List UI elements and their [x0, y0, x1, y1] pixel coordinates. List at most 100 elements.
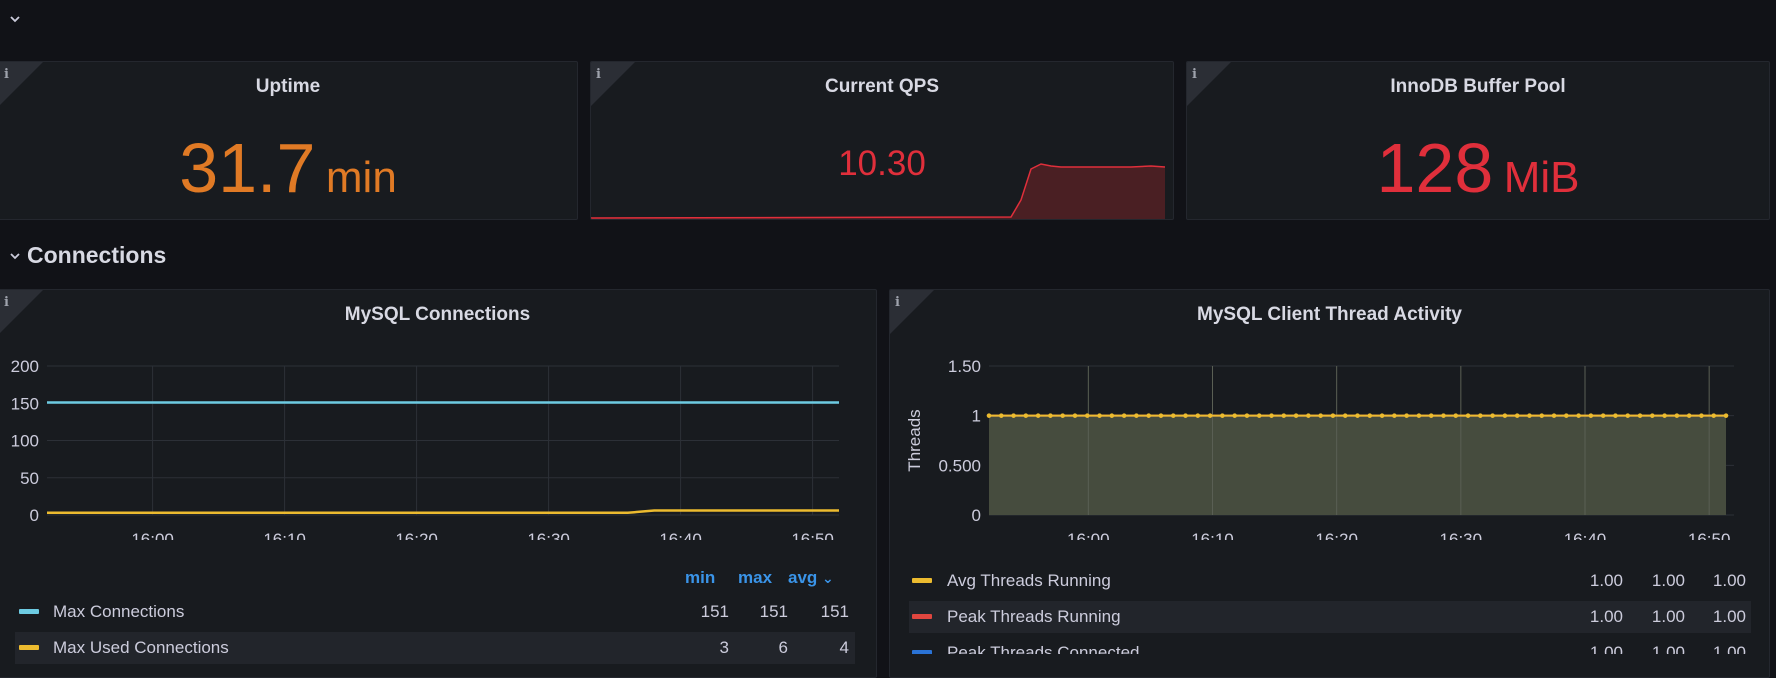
series-point — [1072, 413, 1078, 418]
series-point — [1281, 413, 1287, 418]
series-line-1 — [47, 509, 839, 515]
series-point — [1490, 413, 1495, 418]
y-tick-label: 0.500 — [938, 456, 981, 475]
x-tick-label: 16:20 — [1315, 530, 1358, 540]
legend-series-name: Max Connections — [53, 602, 185, 621]
thread-activity-graph[interactable]: 0 0.500 1 1.50 Threads 16:00 16:10 16:20 16:30 16… — [890, 290, 1770, 540]
legend-row[interactable]: Peak Threads Connected 1.00 1.00 1.00 — [909, 637, 1751, 654]
x-tick-label: 16:10 — [263, 530, 306, 540]
y-tick-label: 0 — [972, 506, 981, 525]
series-point — [1465, 413, 1471, 418]
series-point — [1686, 413, 1692, 418]
stat-value-container: 31.7 min — [0, 128, 577, 208]
series-point — [1416, 413, 1422, 418]
series-area-fill — [989, 415, 1726, 515]
series-point — [1478, 413, 1483, 418]
y-tick-label: 100 — [11, 432, 39, 451]
y-axis-label: Threads — [905, 409, 924, 471]
series-point — [1711, 413, 1717, 418]
series-point — [1048, 413, 1053, 418]
series-point — [1293, 413, 1299, 418]
sort-chevron-icon: ⌄ — [822, 570, 834, 586]
chevron-down-icon — [10, 253, 20, 260]
x-tick-label: 16:50 — [791, 530, 834, 540]
series-point — [986, 413, 992, 418]
series-point — [1269, 413, 1274, 418]
series-point — [1453, 413, 1459, 418]
series-color-swatch — [19, 609, 39, 614]
series-point — [1662, 413, 1667, 418]
row-toggle-chevron-icon[interactable] — [8, 12, 22, 31]
stat-value: 31.7 — [179, 129, 316, 207]
legend-min: 151 — [700, 602, 729, 621]
legend-row[interactable]: Avg Threads Running 1.00 1.00 1.00 — [909, 565, 1751, 597]
legend-min: 3 — [719, 638, 729, 657]
series-point — [1097, 413, 1102, 418]
series-point — [1674, 413, 1680, 418]
innodb-buffer-pool-panel: i InnoDB Buffer Pool 128 MiB — [1186, 61, 1770, 220]
legend-max: 6 — [778, 638, 788, 657]
series-point — [1220, 413, 1225, 418]
x-tick-label: 16:10 — [1191, 530, 1234, 540]
legend-min: 1.00 — [1589, 571, 1623, 590]
legend-avg: 4 — [839, 638, 849, 657]
series-point — [1134, 413, 1139, 418]
panel-title: Uptime — [255, 76, 321, 97]
series-point — [1342, 413, 1348, 418]
mysql-client-thread-activity-panel: i MySQL Client Thread Activity 0 0.500 1 1.… — [889, 289, 1770, 678]
series-point — [1428, 413, 1434, 418]
y-tick-label: 1 — [972, 407, 981, 426]
legend-row[interactable]: Max Used Connections 3 6 4 — [15, 632, 855, 664]
legend-header-max[interactable]: max — [738, 568, 772, 588]
series-point — [1170, 413, 1176, 418]
series-point — [998, 413, 1004, 418]
y-tick-label: 1.50 — [948, 357, 981, 376]
x-tick-label: 16:40 — [659, 530, 702, 540]
legend-row[interactable]: Peak Threads Running 1.00 1.00 1.00 — [909, 601, 1751, 633]
legend-header-avg-label: avg — [788, 568, 818, 587]
y-tick-label: 150 — [11, 394, 39, 413]
legend-header-min[interactable]: min — [685, 568, 715, 588]
series-point — [1576, 413, 1581, 418]
series-color-swatch — [912, 614, 932, 619]
legend-min: 1.00 — [1589, 607, 1623, 626]
legend-header-avg[interactable]: avg ⌄ — [788, 568, 834, 588]
series-point — [1650, 413, 1655, 418]
series-point — [1637, 413, 1643, 418]
series-point — [1355, 413, 1360, 418]
stat-unit: min — [325, 153, 397, 202]
stat-value-container: 10.30 — [591, 144, 1173, 184]
series-point — [1256, 413, 1262, 418]
series-point — [1514, 413, 1520, 418]
series-color-swatch — [912, 578, 932, 583]
x-tick-label: 16:20 — [395, 530, 438, 540]
legend-avg: 1.00 — [1712, 607, 1746, 626]
connections-graph[interactable]: 0 50 100 150 200 16:00 16:10 16:20 16:30 16:40 16:… — [0, 290, 877, 540]
legend-row[interactable]: Max Connections 151 151 151 — [15, 596, 855, 628]
series-point — [1023, 413, 1029, 418]
x-tick-label: 16:00 — [1067, 530, 1110, 540]
panel-title: Current QPS — [824, 76, 940, 97]
series-point — [1306, 413, 1311, 418]
x-tick-label: 16:00 — [131, 530, 174, 540]
series-point — [1011, 413, 1016, 418]
series-point — [1207, 413, 1213, 418]
y-tick-label: 50 — [20, 469, 39, 488]
series-color-swatch — [19, 645, 39, 650]
series-point — [1699, 413, 1704, 418]
series-point — [1367, 413, 1373, 418]
series-point — [1158, 413, 1164, 418]
series-point — [1723, 413, 1729, 418]
legend-max: 1.00 — [1651, 643, 1685, 654]
series-point — [1318, 413, 1323, 418]
stat-unit: MiB — [1503, 153, 1580, 202]
series-point — [1502, 413, 1508, 418]
series-point — [1404, 413, 1409, 418]
stat-value-container: 128 MiB — [1187, 128, 1769, 208]
legend-min: 1.00 — [1589, 643, 1623, 654]
x-tick-label: 16:30 — [527, 530, 570, 540]
legend-series-name: Avg Threads Running — [947, 571, 1111, 590]
chevron-down-icon — [10, 16, 20, 23]
panel-title: InnoDB Buffer Pool — [1390, 76, 1566, 97]
series-point — [1625, 413, 1631, 418]
